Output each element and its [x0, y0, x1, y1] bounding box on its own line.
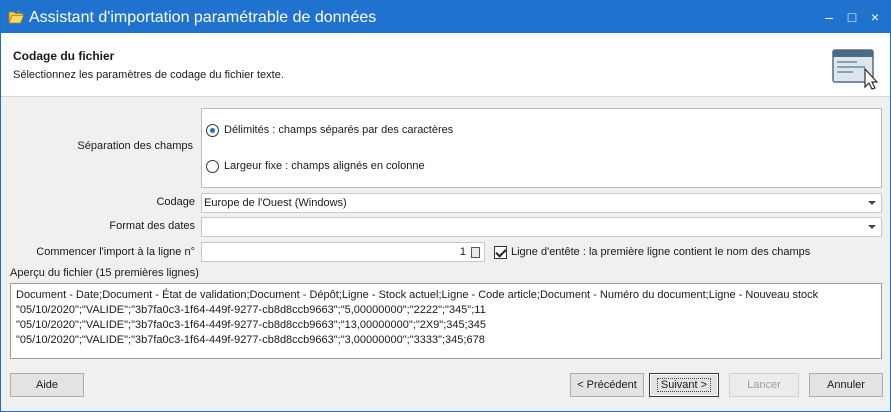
radio-delimited-option[interactable]: Délimités : champs séparés par des carac… [206, 121, 453, 139]
wizard-header: Codage du fichier Sélectionnez les param… [1, 33, 890, 97]
window-title: Assistant d'importation paramétrable de … [29, 9, 377, 26]
maximize-button[interactable]: □ [844, 9, 860, 25]
codage-combobox[interactable]: Europe de l'Ouest (Windows) [201, 193, 882, 213]
title-bar[interactable]: Assistant d'importation paramétrable de … [1, 1, 890, 33]
file-preview[interactable]: Document - Date;Document - État de valid… [10, 283, 882, 359]
import-wizard-window: Assistant d'importation paramétrable de … [0, 0, 891, 412]
header-line-checkbox[interactable] [494, 245, 507, 259]
minimize-button[interactable]: – [821, 9, 837, 25]
preview-label: Aperçu du fichier (15 premières lignes) [10, 267, 199, 279]
header-line-label: Ligne d'entête : la première ligne conti… [511, 246, 811, 258]
codage-value: Europe de l'Ouest (Windows) [204, 197, 347, 209]
separation-label: Séparation des champs [77, 140, 193, 152]
preview-line: "05/10/2020";"VALIDE";"3b7fa0c3-1f64-449… [16, 334, 485, 346]
preview-line: "05/10/2020";"VALIDE";"3b7fa0c3-1f64-449… [16, 319, 487, 331]
close-button[interactable]: × [867, 9, 883, 25]
cancel-button[interactable]: Annuler [809, 373, 883, 397]
window-cursor-icon [832, 49, 879, 90]
header-line-option[interactable]: Ligne d'entête : la première ligne conti… [494, 244, 810, 260]
start-line-input[interactable]: 1 [201, 242, 485, 262]
folder-open-icon [8, 10, 24, 24]
step-subtitle: Sélectionnez les paramètres de codage du… [13, 69, 284, 81]
chevron-down-icon[interactable] [868, 201, 876, 205]
start-line-label: Commencer l'import à la ligne n° [36, 246, 195, 258]
separation-group: Délimités : champs séparés par des carac… [201, 108, 882, 188]
radio-delimited-label: Délimités : champs séparés par des carac… [224, 124, 454, 136]
date-format-label: Format des dates [109, 220, 195, 232]
radio-fixed-label: Largeur fixe : champs alignés en colonne [224, 160, 425, 172]
step-title: Codage du fichier [13, 49, 115, 63]
radio-fixed-width[interactable] [206, 159, 219, 173]
codage-label: Codage [156, 196, 195, 208]
chevron-down-icon[interactable] [868, 225, 876, 229]
date-format-combobox[interactable] [201, 217, 882, 237]
preview-line: Document - Date;Document - État de valid… [16, 289, 819, 301]
preview-line: "05/10/2020";"VALIDE";"3b7fa0c3-1f64-449… [16, 304, 486, 316]
radio-fixed-option[interactable]: Largeur fixe : champs alignés en colonne [206, 157, 425, 175]
calculator-icon[interactable] [471, 247, 480, 258]
next-button[interactable]: Suivant > [649, 373, 719, 397]
start-line-value: 1 [459, 246, 466, 258]
previous-button[interactable]: < Précédent [570, 373, 644, 397]
start-button[interactable]: Lancer [729, 373, 799, 397]
help-button[interactable]: Aide [10, 373, 84, 397]
next-button-label: Suivant > [656, 378, 712, 392]
radio-delimited[interactable] [206, 123, 219, 137]
